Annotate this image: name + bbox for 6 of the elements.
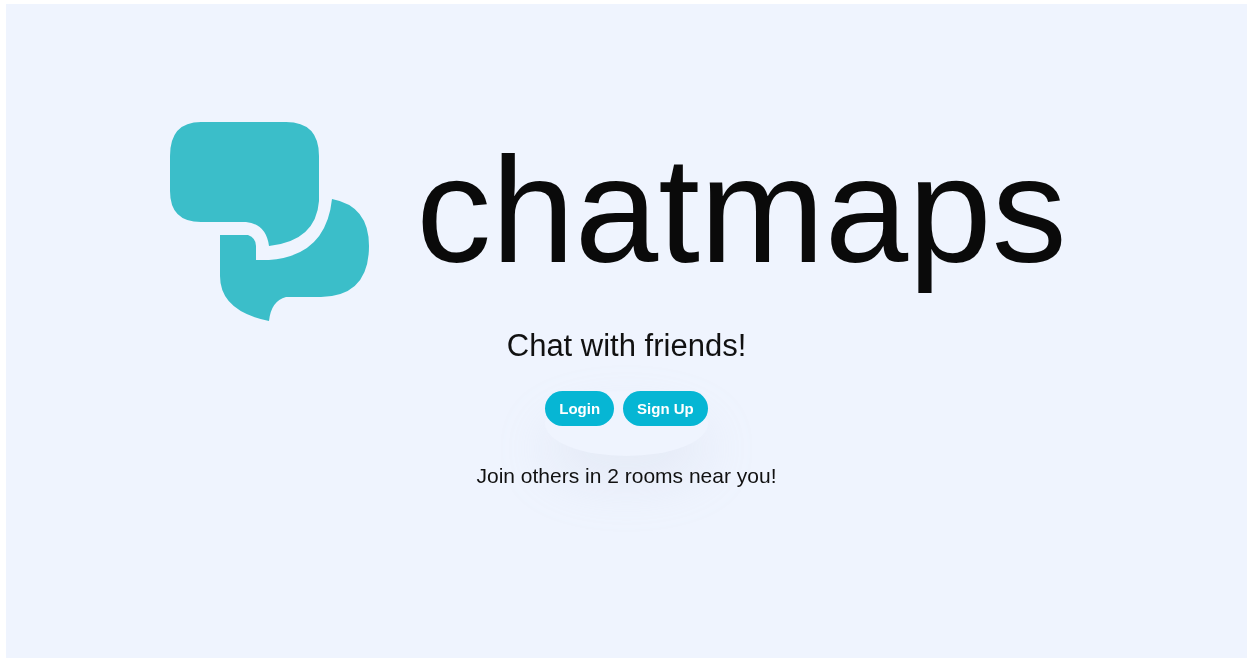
brand-wordmark: chatmaps xyxy=(415,125,1068,297)
tagline: Chat with friends! xyxy=(506,328,747,364)
speech-bubbles-icon xyxy=(170,122,371,322)
rooms-info-text: Join others in 2 rooms near you! xyxy=(476,464,777,488)
auth-button[interactable]: Sign Up xyxy=(623,391,708,426)
auth-button[interactable]: Login xyxy=(545,391,615,426)
